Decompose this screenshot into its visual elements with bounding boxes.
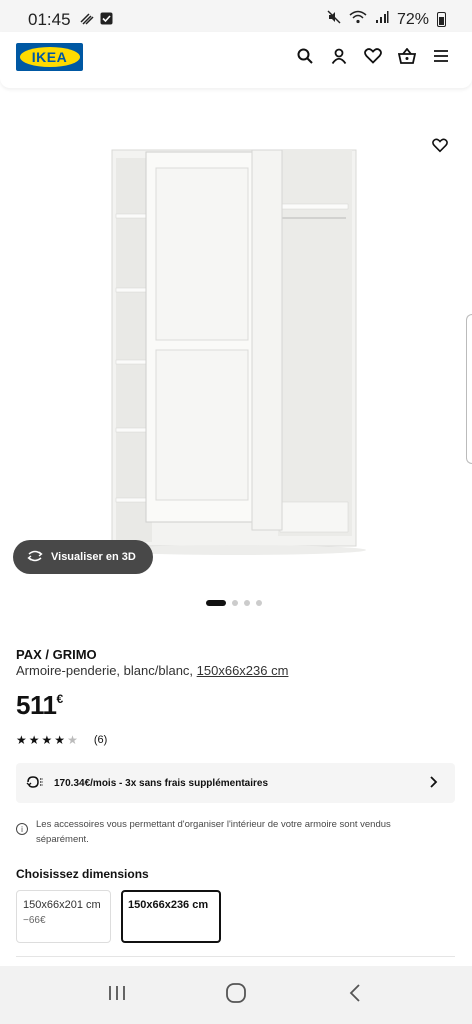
rotate-3d-icon — [27, 550, 43, 565]
product-name: PAX / GRIMO — [16, 647, 97, 662]
account-icon[interactable] — [330, 45, 348, 67]
price-value: 511 — [16, 690, 57, 720]
recent-apps-button[interactable] — [102, 980, 132, 1010]
check-box-icon — [100, 12, 113, 28]
dimension-option-selected[interactable]: 150x66x236 cm — [121, 890, 221, 943]
info-icon: i — [16, 823, 28, 835]
star-icon: ★ — [54, 733, 66, 747]
logo-text: IKEA — [19, 47, 80, 67]
add-to-favorites-button[interactable] — [432, 138, 448, 158]
dimension-option-label: 150x66x236 cm — [128, 899, 209, 911]
menu-icon[interactable] — [432, 45, 450, 67]
star-icon: ★ — [41, 733, 53, 747]
dimensions-title: Choisissez dimensions — [16, 867, 149, 881]
heart-icon — [432, 138, 448, 157]
ikea-logo[interactable]: IKEA — [16, 43, 83, 71]
chevron-right-icon — [429, 775, 439, 792]
pagination-dot[interactable] — [232, 600, 238, 606]
app-header: IKEA — [0, 32, 472, 88]
favorite-icon[interactable] — [364, 45, 382, 67]
dimension-option-price-diff: −66€ — [23, 915, 46, 926]
product-gallery[interactable]: Visualiser en 3D — [0, 88, 472, 618]
product-image[interactable] — [0, 88, 472, 568]
home-button[interactable] — [221, 980, 251, 1010]
section-divider — [16, 956, 455, 957]
mute-icon — [327, 10, 341, 29]
wifi-icon — [349, 10, 367, 29]
recent-apps-icon — [107, 984, 127, 1007]
gallery-pagination — [206, 600, 262, 606]
payment-plan-banner[interactable]: 170.34€/mois - 3x sans frais supplémenta… — [16, 763, 455, 803]
payment-plan-text: 170.34€/mois - 3x sans frais supplémenta… — [54, 777, 268, 789]
wifi-calling-icon — [80, 12, 94, 28]
dimension-option-label: 150x66x201 cm — [23, 899, 101, 911]
battery-icon — [437, 12, 446, 27]
product-price: 511€ — [16, 690, 63, 721]
status-time: 01:45 — [28, 10, 71, 29]
payment-installment-icon — [26, 775, 44, 792]
product-description-text: Armoire-penderie, blanc/blanc, — [16, 663, 197, 678]
review-count: (6) — [93, 734, 108, 746]
view-3d-label: Visualiser en 3D — [51, 551, 136, 563]
star-icon: ★ — [16, 733, 27, 747]
star-icon: ★ — [28, 733, 40, 747]
product-dimensions-link[interactable]: 150x66x236 cm — [197, 663, 289, 678]
accessories-notice-text: Les accessoires vous permettant d'organi… — [36, 819, 391, 845]
dimension-option[interactable]: 150x66x201 cm −66€ — [16, 890, 111, 943]
pagination-dot[interactable] — [244, 600, 250, 606]
basket-icon[interactable] — [398, 45, 416, 67]
back-icon — [348, 983, 362, 1008]
product-rating[interactable]: ★ ★ ★ ★ ★ (6) — [16, 733, 107, 747]
pagination-dot[interactable] — [206, 600, 226, 606]
half-star-icon: ★ — [67, 733, 78, 747]
search-icon[interactable] — [296, 45, 314, 67]
system-nav-bar — [0, 966, 472, 1024]
battery-percent: 72% — [396, 10, 429, 28]
accessories-notice: i Les accessoires vous permettant d'orga… — [16, 817, 436, 847]
price-currency: € — [56, 692, 63, 706]
signal-icon — [375, 10, 389, 29]
view-3d-button[interactable]: Visualiser en 3D — [13, 540, 153, 574]
side-panel-handle[interactable] — [466, 314, 472, 464]
back-button[interactable] — [340, 980, 370, 1010]
home-icon — [225, 982, 247, 1009]
pagination-dot[interactable] — [256, 600, 262, 606]
product-description: Armoire-penderie, blanc/blanc, 150x66x23… — [16, 663, 288, 678]
